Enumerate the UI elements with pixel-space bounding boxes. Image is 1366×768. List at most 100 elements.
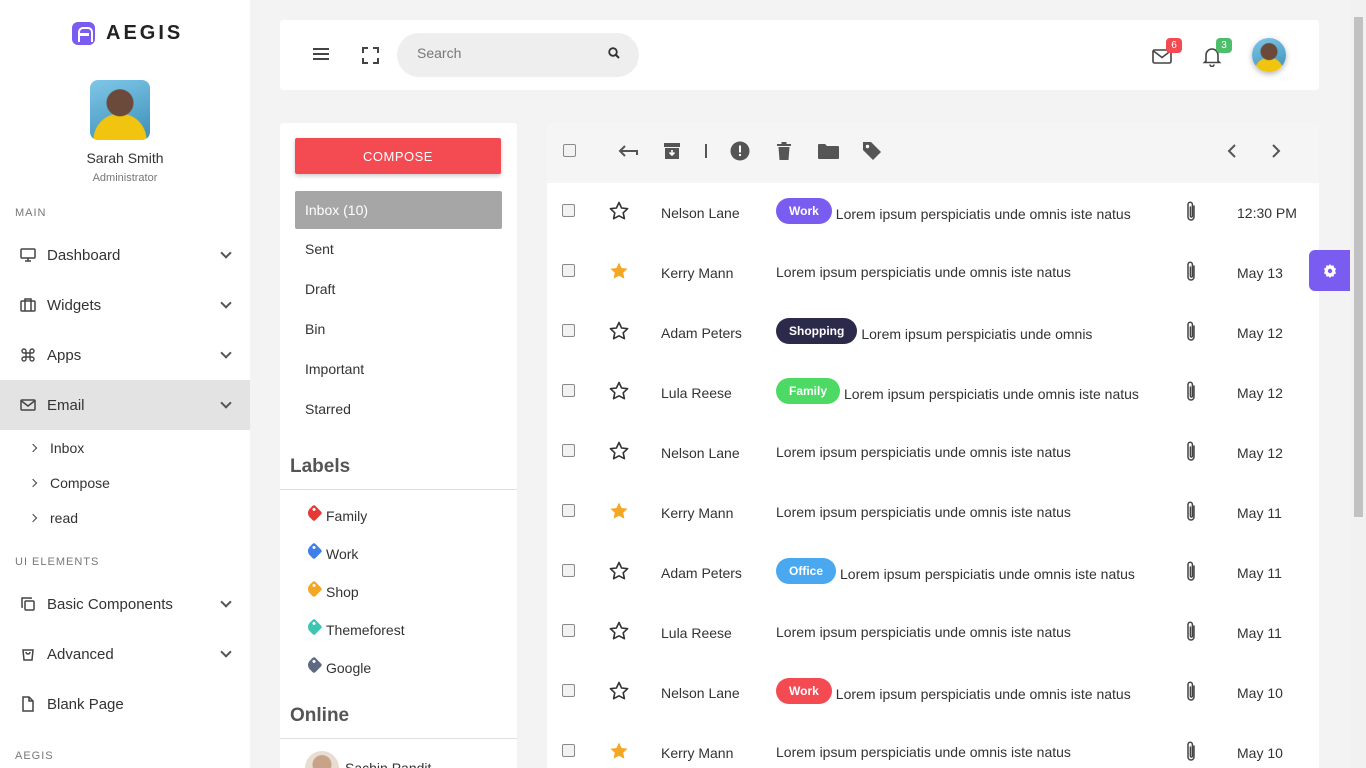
chevron-down-icon [220, 297, 232, 309]
report-spam-icon[interactable] [729, 140, 751, 162]
mail-checkbox[interactable] [562, 264, 575, 277]
trash-icon[interactable] [773, 140, 795, 162]
mail-subject: Lorem ipsum perspiciatis unde omnis iste… [776, 264, 1071, 280]
star-filled-icon[interactable] [609, 261, 629, 281]
profile-avatar[interactable] [90, 80, 150, 140]
label-work[interactable]: Work [305, 542, 358, 562]
select-all-checkbox[interactable] [563, 144, 576, 157]
sidebar-item-advanced[interactable]: Advanced [0, 629, 250, 679]
sidebar-item-email[interactable]: Email [0, 380, 250, 430]
user-avatar[interactable] [1252, 38, 1286, 72]
online-title: Online [290, 705, 350, 726]
mail-checkbox[interactable] [562, 684, 575, 697]
mail-subject: Family Lorem ipsum perspiciatis unde omni… [776, 378, 1139, 404]
mail-list-panel: Nelson Lane Work Lorem ipsum perspiciatis … [547, 123, 1319, 768]
paperclip-icon [1184, 380, 1198, 404]
mail-row[interactable]: Adam Peters Office Lorem ipsum perspiciati… [547, 543, 1319, 603]
folder-starred[interactable]: Starred [295, 390, 502, 428]
profile-name: Sarah Smith [86, 150, 164, 166]
reply-icon[interactable] [617, 140, 639, 162]
paperclip-icon [1184, 440, 1198, 464]
mail-row[interactable]: Nelson Lane Lorem ipsum perspiciatis unde… [547, 423, 1319, 483]
mail-subject: Lorem ipsum perspiciatis unde omnis iste… [776, 444, 1071, 460]
compose-button[interactable]: COMPOSE [295, 138, 501, 174]
mail-checkbox[interactable] [562, 384, 575, 397]
mail-checkbox[interactable] [562, 504, 575, 517]
folder-inbox[interactable]: Inbox (10) [295, 191, 502, 229]
scrollbar-thumb[interactable] [1354, 17, 1363, 517]
label-shop[interactable]: Shop [305, 580, 359, 600]
label-family[interactable]: Family [305, 504, 367, 524]
mail-checkbox[interactable] [562, 624, 575, 637]
chevron-right-icon [28, 443, 38, 453]
brand-logo[interactable]: AEGIS [72, 22, 183, 45]
star-icon[interactable] [609, 381, 629, 401]
page-scrollbar[interactable] [1351, 0, 1366, 768]
shopping-bag-icon [20, 646, 36, 662]
nav-header-ui-elements: UI ELEMENTS [15, 556, 100, 568]
star-filled-icon[interactable] [609, 741, 629, 761]
mail-checkbox[interactable] [562, 444, 575, 457]
mail-time: May 10 [1237, 685, 1283, 701]
sidebar-subitem-compose[interactable]: Compose [28, 475, 110, 491]
settings-button[interactable] [1309, 250, 1350, 291]
label-google[interactable]: Google [305, 656, 371, 676]
star-icon[interactable] [609, 621, 629, 641]
fullscreen-icon[interactable] [362, 47, 379, 64]
label-themeforest[interactable]: Themeforest [305, 618, 405, 638]
mail-row[interactable]: Lula Reese Family Lorem ipsum perspiciatis… [547, 363, 1319, 423]
mail-time: May 11 [1237, 625, 1282, 641]
mail-time: May 12 [1237, 445, 1283, 461]
sidebar-item-basic-components[interactable]: Basic Components [0, 579, 250, 629]
mail-row[interactable]: Nelson Lane Work Lorem ipsum perspiciatis … [547, 663, 1319, 723]
star-icon[interactable] [609, 681, 629, 701]
sidebar-item-apps[interactable]: Apps [0, 330, 250, 380]
star-icon[interactable] [609, 441, 629, 461]
mail-checkbox[interactable] [562, 324, 575, 337]
chevron-left-icon[interactable] [1221, 140, 1243, 162]
mail-checkbox[interactable] [562, 564, 575, 577]
star-icon[interactable] [609, 561, 629, 581]
folder-important[interactable]: Important [295, 350, 502, 388]
notification-button[interactable]: 3 [1201, 38, 1232, 68]
mail-notification-button[interactable]: 6 [1151, 38, 1182, 67]
top-header: 6 3 [280, 20, 1319, 90]
sidebar-item-widgets[interactable]: Widgets [0, 280, 250, 330]
folder-draft[interactable]: Draft [295, 270, 502, 308]
sidebar-subitem-read[interactable]: read [28, 510, 78, 526]
star-icon[interactable] [609, 321, 629, 341]
sidebar: AEGIS Sarah Smith Administrator MAIN Das… [0, 0, 250, 768]
sidebar-subitem-label: Compose [50, 475, 110, 491]
command-icon [20, 347, 36, 363]
sidebar-subitem-inbox[interactable]: Inbox [28, 440, 84, 456]
mail-toolbar [547, 123, 1319, 183]
folder-sent[interactable]: Sent [295, 230, 502, 268]
menu-toggle-icon[interactable] [313, 48, 329, 60]
sidebar-item-label: Email [47, 396, 85, 414]
chevron-right-icon[interactable] [1265, 140, 1287, 162]
label-name: Themeforest [326, 622, 405, 638]
mail-sender: Nelson Lane [661, 205, 740, 221]
folder-bin[interactable]: Bin [295, 310, 502, 348]
mail-tag: Work [776, 198, 832, 224]
mail-checkbox[interactable] [562, 744, 575, 757]
briefcase-icon [20, 297, 36, 313]
search-icon[interactable] [608, 47, 620, 59]
folder-icon[interactable] [817, 140, 839, 162]
mail-row[interactable]: Kerry Mann Lorem ipsum perspiciatis unde … [547, 723, 1319, 768]
mail-checkbox[interactable] [562, 204, 575, 217]
star-filled-icon[interactable] [609, 501, 629, 521]
mail-row[interactable]: Kerry Mann Lorem ipsum perspiciatis unde … [547, 483, 1319, 543]
sidebar-item-blank-page[interactable]: Blank Page [0, 679, 250, 729]
mail-row[interactable]: Lula Reese Lorem ipsum perspiciatis unde … [547, 603, 1319, 663]
search-input[interactable] [417, 45, 597, 61]
mail-row[interactable]: Kerry Mann Lorem ipsum perspiciatis unde … [547, 243, 1319, 303]
mail-sender: Nelson Lane [661, 685, 740, 701]
tag-icon[interactable] [861, 140, 883, 162]
archive-icon[interactable] [661, 140, 683, 162]
sidebar-item-dashboard[interactable]: Dashboard [0, 230, 250, 280]
mail-row[interactable]: Adam Peters Shopping Lorem ipsum perspicia… [547, 303, 1319, 363]
mail-row[interactable]: Nelson Lane Work Lorem ipsum perspiciatis … [547, 183, 1319, 243]
star-icon[interactable] [609, 201, 629, 221]
online-user[interactable]: Sachin Pandit [305, 751, 431, 768]
